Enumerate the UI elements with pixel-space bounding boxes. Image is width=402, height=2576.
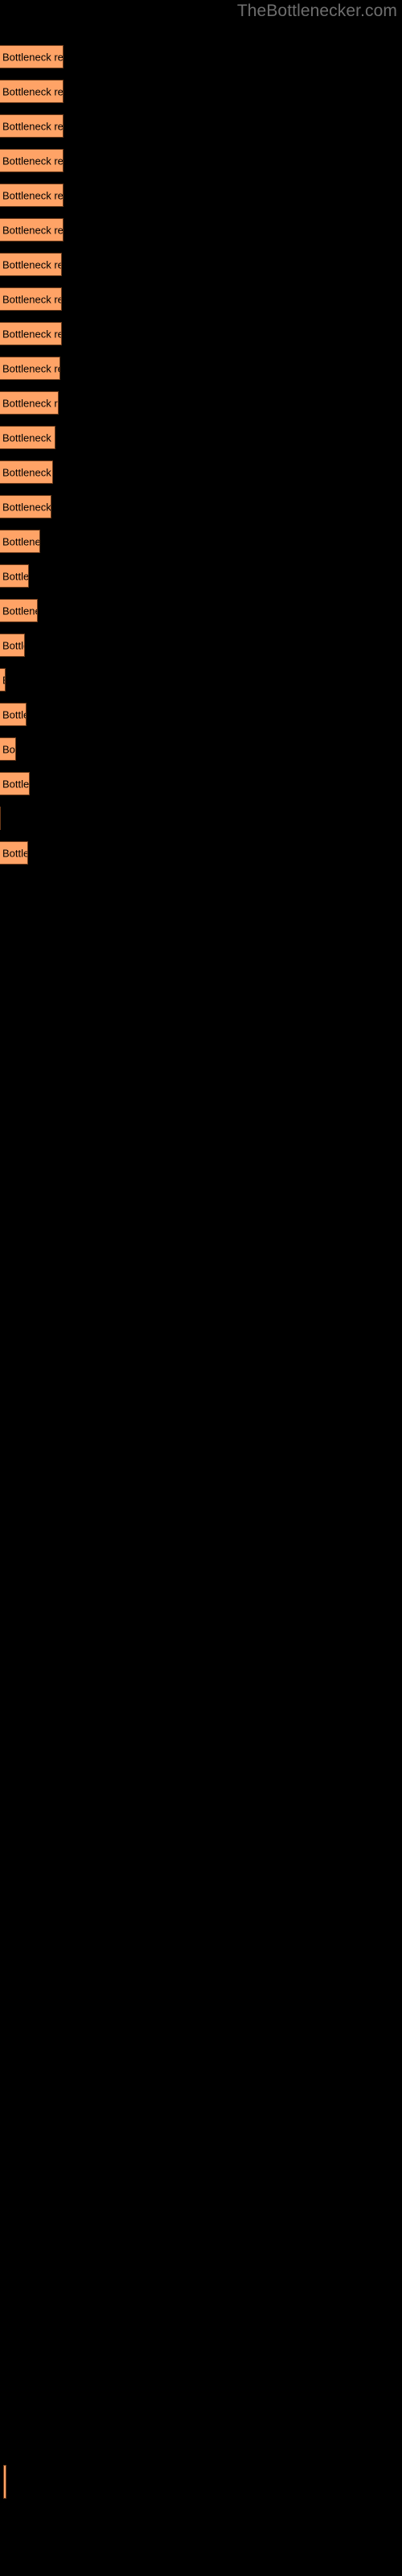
bar-label: Bottleneck result bbox=[2, 397, 58, 409]
bar[interactable]: Bottleneck result bbox=[0, 495, 51, 518]
bar-label: Bottleneck result bbox=[2, 466, 52, 478]
bar-label: Bottleneck result bbox=[2, 535, 40, 547]
bar-label: Bottleneck result bbox=[2, 51, 64, 63]
bar-label: Bottleneck result bbox=[2, 743, 15, 755]
bar[interactable]: Bottleneck result bbox=[0, 841, 28, 865]
bar-label: Bottleneck result bbox=[2, 328, 61, 340]
bar[interactable]: Bottleneck result bbox=[0, 80, 64, 103]
bar[interactable]: Bottleneck result bbox=[0, 45, 64, 68]
bar[interactable]: Bottleneck result bbox=[0, 114, 64, 138]
bar[interactable]: Bottleneck result bbox=[0, 772, 30, 795]
bar[interactable]: Bottleneck result bbox=[0, 599, 38, 622]
bar[interactable]: Bottleneck result bbox=[0, 737, 16, 761]
bar-label: Bottleneck result bbox=[2, 708, 26, 720]
bar-label: Bottleneck result bbox=[2, 778, 30, 790]
bar[interactable]: Bottleneck result bbox=[0, 253, 62, 276]
bar[interactable]: Bottleneck result bbox=[0, 564, 29, 588]
bar-label: Bottleneck result bbox=[2, 847, 27, 859]
bar[interactable]: Bottleneck result bbox=[0, 426, 55, 449]
bar-label: Bottleneck result bbox=[2, 362, 59, 374]
bar[interactable]: Bottleneck result bbox=[0, 218, 64, 242]
bar-label: Bottleneck result bbox=[2, 639, 24, 651]
bar-chart-plot: Bottleneck result Bottleneck result Bottle… bbox=[0, 0, 402, 2576]
bar-label: Bottleneck result bbox=[2, 431, 55, 444]
bar[interactable]: Bottleneck result bbox=[0, 807, 1, 830]
bar[interactable]: Bottleneck result bbox=[0, 703, 27, 726]
bar[interactable]: Bottleneck result bbox=[0, 287, 62, 311]
bar[interactable]: Bottleneck result bbox=[0, 184, 64, 207]
bar[interactable]: Bottleneck result bbox=[0, 530, 40, 553]
bar[interactable]: Bottleneck result bbox=[0, 391, 59, 415]
bar-label: Bottleneck result bbox=[2, 605, 37, 617]
bar[interactable]: Bottleneck result bbox=[0, 634, 25, 657]
bar-label: Bottleneck result bbox=[2, 674, 5, 686]
bar[interactable]: Bottleneck result bbox=[0, 460, 53, 484]
bar-label: Bottleneck result bbox=[2, 85, 64, 97]
bar-label: Bottleneck result bbox=[2, 501, 51, 513]
bar-label: Bottleneck result bbox=[2, 293, 61, 305]
bar-label: Bottleneck result bbox=[2, 570, 29, 582]
bar[interactable]: Bottleneck result bbox=[0, 149, 64, 172]
bar-label: Bottleneck result bbox=[2, 155, 64, 167]
bar-label: Bottleneck result bbox=[2, 120, 64, 132]
bar-label: Bottleneck result bbox=[2, 224, 64, 236]
bar[interactable]: Bottleneck result bbox=[0, 322, 62, 345]
bar-label: Bottleneck result bbox=[2, 189, 64, 201]
bar[interactable]: Bottleneck result bbox=[0, 668, 6, 691]
bar-label: Bottleneck result bbox=[2, 258, 61, 270]
bar[interactable]: Bottleneck result bbox=[0, 357, 60, 380]
axis-sliver bbox=[3, 2465, 6, 2499]
